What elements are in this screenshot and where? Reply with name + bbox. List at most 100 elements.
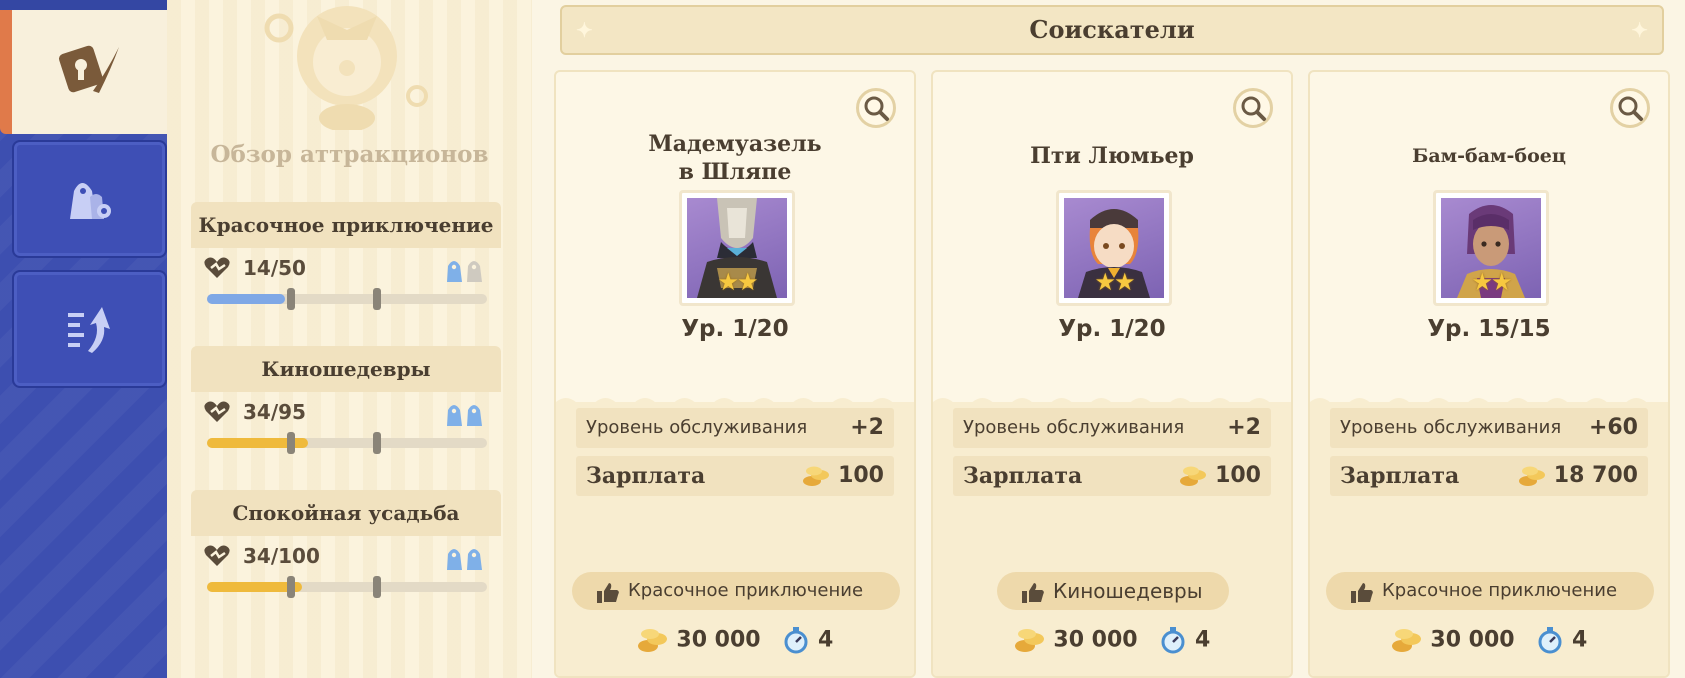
magnifier-icon — [864, 96, 889, 121]
bar-threshold-tick — [373, 576, 381, 598]
coins-icon — [1391, 629, 1421, 652]
applicant-card[interactable]: Мадемуазель в Шляпе ★★ Ур. 1/20 Уровень … — [554, 70, 916, 678]
service-level-label: Уровень обслуживания — [1340, 417, 1562, 438]
rarity-stars: ★★ — [717, 268, 758, 296]
card-wave-divider — [1310, 398, 1668, 408]
coins-icon — [1519, 466, 1546, 486]
applicant-card[interactable]: Пти Люмьер ★★ Ур. 1/20 Уровень обслужива… — [931, 70, 1293, 678]
heart-icon — [203, 544, 231, 572]
salary-label: Зарплата — [586, 463, 706, 489]
bar-threshold-tick — [373, 288, 381, 310]
side-nav — [0, 0, 167, 678]
hire-cost: 30 000 4 — [933, 626, 1291, 654]
nav-top-strip — [0, 0, 167, 10]
salary-row: Зарплата 18 700 — [1330, 456, 1648, 496]
stopwatch-icon — [1161, 627, 1185, 654]
service-level-row: Уровень обслуживания +2 — [953, 408, 1271, 448]
salary-label: Зарплата — [963, 463, 1083, 489]
thumbs-up-icon — [1350, 580, 1374, 618]
staff-slots-icon — [445, 256, 487, 286]
attraction-card[interactable]: Красочное приключение 14/50 — [191, 202, 501, 310]
salary-label: Зарплата — [1340, 463, 1460, 489]
staff-slots-icon — [445, 400, 487, 430]
sparkle-icon: ✦ — [576, 18, 593, 42]
service-level-row: Уровень обслуживания +2 — [576, 408, 894, 448]
coins-icon — [1014, 629, 1044, 652]
service-level-row: Уровень обслуживания +60 — [1330, 408, 1648, 448]
staff-slots-icon — [445, 544, 487, 574]
salary-row: Зарплата 100 — [953, 456, 1271, 496]
bar-threshold-tick — [287, 288, 295, 310]
salary-value-wrap: 100 — [802, 456, 884, 496]
applicant-card[interactable]: Бам-бам-боец ★★ Ур. 15/15 Уровень обслуж… — [1308, 70, 1670, 678]
attraction-name: Спокойная усадьба — [191, 490, 501, 536]
applicant-level: Ур. 1/20 — [1058, 316, 1166, 342]
coins-icon — [637, 629, 667, 652]
attraction-name: Красочное приключение — [191, 202, 501, 248]
heart-icon — [203, 400, 231, 428]
magnifier-icon — [1618, 96, 1643, 121]
applicant-name: Пти Люмьер — [1030, 143, 1194, 169]
salary-value: 100 — [838, 463, 884, 488]
attractions-overview-panel: Обзор аттракционов Красочное приключение… — [167, 0, 532, 678]
attraction-card[interactable]: Спокойная усадьба 34/100 — [191, 490, 501, 598]
ticket-feather-icon — [55, 35, 125, 109]
stopwatch-icon — [1538, 627, 1562, 654]
hire-cost-value: 30 000 — [1053, 627, 1138, 653]
salary-value: 100 — [1215, 463, 1261, 488]
hire-cost-value: 30 000 — [676, 627, 761, 653]
preferred-attraction: Красочное приключение — [628, 580, 864, 601]
visitor-count: 14/50 — [243, 256, 306, 280]
popularity-bar — [207, 288, 487, 310]
attraction-card[interactable]: Киношедевры 34/95 — [191, 346, 501, 454]
service-level-label: Уровень обслуживания — [963, 417, 1185, 438]
thumbs-up-icon — [596, 580, 620, 618]
attraction-stats-row: 14/50 — [191, 248, 501, 310]
applicants-header: ✦ Соискатели ✦ — [560, 5, 1664, 55]
inspect-button[interactable] — [1233, 88, 1273, 128]
popularity-bar — [207, 432, 487, 454]
bar-threshold-tick — [287, 432, 295, 454]
preferred-attraction-badge: Киношедевры — [997, 572, 1229, 610]
applicant-portrait: ★★ — [679, 190, 795, 306]
preferred-attraction-badge: Красочное приключение — [572, 572, 900, 610]
applicant-level: Ур. 15/15 — [1427, 316, 1551, 342]
tab-attraction-overview[interactable] — [0, 10, 167, 134]
applicant-name-line: в Шляпе — [678, 159, 792, 185]
attraction-stats-row: 34/95 — [191, 392, 501, 454]
applicant-portrait: ★★ — [1056, 190, 1172, 306]
visitor-count: 34/95 — [243, 400, 306, 424]
salary-value: 18 700 — [1553, 463, 1638, 488]
inspect-button[interactable] — [856, 88, 896, 128]
applicant-level: Ур. 1/20 — [681, 316, 789, 342]
overview-title: Обзор аттракционов — [210, 141, 489, 168]
hire-cost: 30 000 4 — [556, 626, 914, 654]
tab-staff[interactable] — [12, 140, 167, 258]
coins-icon — [803, 466, 830, 486]
bar-threshold-tick — [373, 432, 381, 454]
preferred-attraction-badge: Красочное приключение — [1326, 572, 1654, 610]
popularity-bar — [207, 576, 487, 598]
salary-value-wrap: 18 700 — [1518, 456, 1638, 496]
heart-icon — [203, 256, 231, 284]
magnifier-icon — [1241, 96, 1266, 121]
service-level-value: +60 — [1588, 415, 1638, 440]
sparkle-icon: ✦ — [1631, 18, 1648, 42]
applicant-portrait: ★★ — [1433, 190, 1549, 306]
tab-upgrade[interactable] — [12, 270, 167, 388]
card-wave-divider — [933, 398, 1291, 408]
applicants-title: Соискатели — [1029, 15, 1195, 44]
service-level-value: +2 — [850, 415, 884, 440]
service-level-label: Уровень обслуживания — [586, 417, 808, 438]
inspect-button[interactable] — [1610, 88, 1650, 128]
applicant-name: Бам-бам-боец — [1412, 145, 1566, 167]
applicant-name: Мадемуазель в Шляпе — [556, 130, 914, 186]
stopwatch-icon — [784, 627, 808, 654]
hire-time-value: 4 — [817, 627, 834, 653]
salary-value-wrap: 100 — [1179, 456, 1261, 496]
visitor-count: 34/100 — [243, 544, 320, 568]
attraction-name: Киношедевры — [191, 346, 501, 392]
service-level-value: +2 — [1227, 415, 1261, 440]
rarity-stars: ★★ — [1094, 268, 1135, 296]
attraction-stats-row: 34/100 — [191, 536, 501, 598]
